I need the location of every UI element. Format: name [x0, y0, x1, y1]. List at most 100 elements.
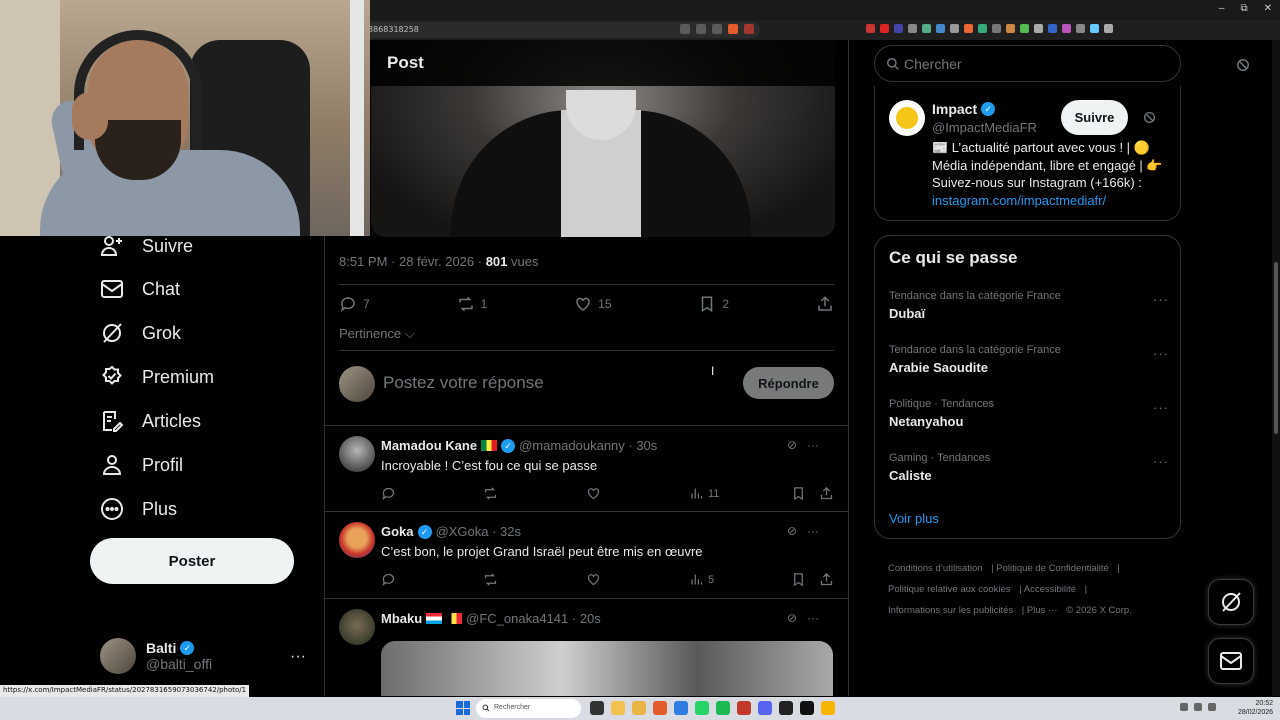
block-icon[interactable] [1143, 111, 1156, 124]
brave-icon[interactable] [653, 701, 667, 715]
extension-icon[interactable] [1076, 24, 1085, 33]
reply-action[interactable]: 7 [339, 295, 370, 313]
account-switcher[interactable]: Balti ✓ @balti_offi [100, 638, 212, 674]
post-timestamp[interactable]: 8:51 PM · 28 févr. 2026 · [339, 254, 486, 269]
repost-action[interactable] [483, 572, 498, 587]
more-icon[interactable]: ··· [1153, 400, 1169, 415]
reply-author[interactable]: Mamadou Kane [381, 438, 477, 453]
bio-link[interactable]: instagram.com/impactmediafr/ [932, 193, 1106, 208]
nav-item-follow[interactable]: Suivre [100, 232, 193, 260]
sort-dropdown[interactable]: Pertinence ⌵ [339, 326, 415, 342]
app-icon[interactable] [674, 701, 688, 715]
bookmark-action[interactable] [791, 486, 806, 501]
avatar[interactable] [339, 522, 375, 558]
like-action[interactable]: 15 [574, 295, 612, 313]
accessibility-link[interactable]: Accessibilité [1024, 584, 1076, 595]
bookmark-action[interactable]: 2 [698, 295, 729, 313]
app-icon[interactable] [737, 701, 751, 715]
reply-button[interactable]: Répondre [743, 367, 834, 399]
task-view-icon[interactable] [590, 701, 604, 715]
reply-image[interactable] [381, 641, 833, 696]
cast-icon[interactable] [696, 24, 706, 34]
reply-author[interactable]: Goka [381, 524, 414, 539]
views-action[interactable]: 5 [689, 572, 714, 587]
rewards-icon[interactable] [744, 24, 754, 34]
ads-info-link[interactable]: Informations sur les publicités [888, 605, 1013, 616]
views-action[interactable]: 11 [689, 486, 719, 501]
share-action[interactable] [816, 295, 834, 313]
more-icon[interactable]: ··· [807, 524, 819, 538]
reply-author[interactable]: Mbaku [381, 611, 422, 626]
search-input[interactable]: Chercher [874, 45, 1181, 82]
scrollbar[interactable] [1272, 40, 1280, 696]
volume-icon[interactable] [1208, 703, 1216, 711]
reply-item[interactable]: Mamadou Kane ✓ @mamadoukanny · 30s ⊘ ···… [325, 425, 848, 511]
spotify-icon[interactable] [716, 701, 730, 715]
block-icon[interactable]: ⊘ [787, 611, 797, 625]
more-icon[interactable]: ··· [807, 438, 819, 452]
tray-chevron-icon[interactable] [1180, 703, 1188, 711]
messages-button[interactable] [1208, 638, 1254, 684]
block-icon[interactable] [1236, 58, 1250, 72]
nav-item-chat[interactable]: Chat [100, 275, 180, 303]
avatar[interactable] [889, 100, 925, 136]
more-icon[interactable]: ··· [807, 611, 819, 625]
profile-name[interactable]: Impact [932, 101, 977, 117]
extension-icon[interactable] [1048, 24, 1057, 33]
trend-item[interactable]: Tendance dans la catégorie France Dubaï … [889, 290, 1169, 321]
more-icon[interactable]: ··· [1153, 292, 1169, 307]
file-explorer-icon[interactable] [611, 701, 625, 715]
extension-icon[interactable] [1020, 24, 1029, 33]
extension-icon[interactable] [950, 24, 959, 33]
obs-icon[interactable] [779, 701, 793, 715]
repost-action[interactable] [483, 486, 498, 501]
extension-icon[interactable] [922, 24, 931, 33]
grok-button[interactable] [1208, 579, 1254, 625]
close-window-button[interactable]: ✕ [1264, 3, 1272, 14]
extension-icon[interactable] [866, 24, 875, 33]
minimize-button[interactable]: – [1219, 3, 1225, 14]
restore-button[interactable]: ⧉ [1240, 3, 1247, 14]
reply-action[interactable] [381, 572, 396, 587]
extension-icon[interactable] [1006, 24, 1015, 33]
clock[interactable]: 20:52 28/02/2026 [1238, 699, 1273, 717]
terms-link[interactable]: Conditions d’utilisation [888, 563, 983, 574]
show-more-link[interactable]: Voir plus [889, 511, 939, 526]
windows-start-icon[interactable] [456, 701, 470, 715]
cookies-link[interactable]: Politique relative aux cookies [888, 584, 1011, 595]
nav-item-grok[interactable]: Grok [100, 319, 181, 347]
share-icon[interactable] [712, 24, 722, 34]
zoom-icon[interactable] [680, 24, 690, 34]
post-button[interactable]: Poster [90, 538, 294, 584]
reply-action[interactable] [381, 486, 396, 501]
extension-icon[interactable] [1062, 24, 1071, 33]
like-action[interactable] [586, 572, 601, 587]
extension-icon[interactable] [908, 24, 917, 33]
extension-icon[interactable] [1090, 24, 1099, 33]
brave-shield-icon[interactable] [728, 24, 738, 34]
extension-icon[interactable] [894, 24, 903, 33]
share-action[interactable] [819, 486, 834, 501]
taskbar-search[interactable]: Rechercher [476, 699, 581, 718]
more-icon[interactable]: ··· [1153, 346, 1169, 361]
reply-item[interactable]: Mbaku @FC_onaka4141 · 20s ⊘ ··· [325, 598, 848, 696]
trend-item[interactable]: Gaming · Tendances Caliste ··· [889, 452, 1169, 483]
more-link[interactable]: Plus ··· [1027, 605, 1058, 616]
account-more-button[interactable]: ··· [290, 648, 306, 666]
nav-item-profile[interactable]: Profil [100, 451, 183, 479]
avatar[interactable] [339, 609, 375, 645]
privacy-link[interactable]: Politique de Confidentialité [996, 563, 1109, 574]
extension-icon[interactable] [1104, 24, 1113, 33]
extension-icon[interactable] [992, 24, 1001, 33]
scrollbar-thumb[interactable] [1274, 262, 1278, 434]
more-icon[interactable]: ··· [1153, 454, 1169, 469]
extension-icon[interactable] [1034, 24, 1043, 33]
nav-item-articles[interactable]: Articles [100, 407, 201, 435]
avatar[interactable] [339, 436, 375, 472]
extension-icon[interactable] [880, 24, 889, 33]
follow-button[interactable]: Suivre [1061, 100, 1128, 135]
trend-item[interactable]: Tendance dans la catégorie France Arabie… [889, 344, 1169, 375]
like-action[interactable] [586, 486, 601, 501]
wifi-icon[interactable] [1194, 703, 1202, 711]
block-icon[interactable]: ⊘ [787, 438, 797, 452]
